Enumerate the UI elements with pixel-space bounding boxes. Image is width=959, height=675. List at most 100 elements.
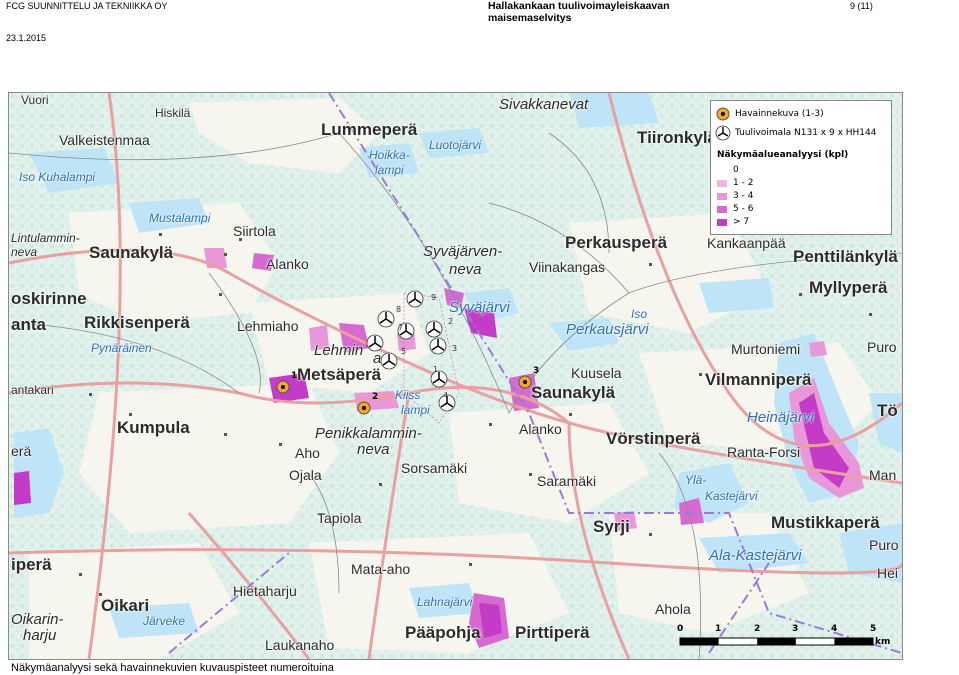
place-label: Ahola xyxy=(655,601,691,617)
place-label: oskirinne xyxy=(11,289,87,308)
place-label: Syrji xyxy=(593,517,630,536)
legend-class-label: 3 - 4 xyxy=(733,191,754,201)
place-label: Hei xyxy=(877,565,899,581)
legend-class-swatch xyxy=(717,219,727,226)
scale-tick-1: 1 xyxy=(715,624,722,634)
place-label: Ylä- xyxy=(685,473,707,487)
place-label: Heinäjärvi xyxy=(747,409,814,426)
turbine-number: 1 xyxy=(433,365,439,374)
place-label: Puro xyxy=(869,537,899,553)
turbine-number: 4 xyxy=(443,391,449,400)
place-label: Tö xyxy=(877,401,898,420)
wind-turbine-icon xyxy=(715,125,731,141)
viewpoint-marker-icon[interactable] xyxy=(275,379,291,395)
place-label: Man xyxy=(869,467,897,483)
wind-turbine-icon xyxy=(380,352,398,370)
place-label: Hiskilä xyxy=(155,106,191,120)
legend-class-label: 0 xyxy=(733,165,739,175)
place-label: neva xyxy=(449,261,482,278)
place-label: Saramäki xyxy=(537,473,597,489)
wind-turbine-icon xyxy=(366,334,384,352)
place-label: Mata-aho xyxy=(351,561,411,577)
company-name: FCG SUUNNITTELU JA TEKNIIKKA OY xyxy=(6,1,168,11)
scale-tick-5: 5 xyxy=(870,624,877,634)
place-label: Iso Kuhalampi xyxy=(19,170,96,184)
place-label: Pirttiperä xyxy=(515,623,590,642)
turbine-number: 8 xyxy=(396,305,402,314)
place-label: Sivakkanevat xyxy=(499,96,589,113)
place-label: Hoikka- xyxy=(369,148,410,162)
place-label: Kastejärvi xyxy=(705,489,758,503)
place-label: Saunakylä xyxy=(89,243,174,262)
legend-class-swatch xyxy=(717,193,727,200)
place-label: Laukanaho xyxy=(265,637,335,653)
place-label: Pynäräinen xyxy=(91,341,152,355)
place-label: antakari xyxy=(11,383,54,397)
place-label: erä xyxy=(11,443,32,459)
place-label: Kuusela xyxy=(571,365,622,381)
scale-bar-graphic xyxy=(679,637,874,646)
place-label: Perkausperä xyxy=(565,233,668,252)
place-label: Sorsamäki xyxy=(401,460,468,476)
place-label: Vuori xyxy=(21,93,49,107)
viewpoint-marker-icon[interactable] xyxy=(517,374,533,390)
place-label: Alanko xyxy=(266,256,309,272)
place-label: Saunakylä xyxy=(531,383,616,402)
document-title: Hallakankaan tuulivoimayleiskaavan maise… xyxy=(488,0,670,24)
place-label: Järveke xyxy=(143,614,186,628)
place-label: Kumpula xyxy=(117,418,190,437)
wind-turbine-icon xyxy=(425,320,443,338)
place-label: Murtoniemi xyxy=(731,341,801,357)
document-date: 23.1.2015 xyxy=(6,33,47,43)
scale-tick-0: 0 xyxy=(677,624,684,634)
scale-bar: 0 1 2 3 4 5 km xyxy=(672,624,892,650)
place-label: Viinakangas xyxy=(529,259,606,275)
place-label: neva xyxy=(357,441,390,458)
legend-analysis-title: Näkymäalueanalyysi (kpl) xyxy=(717,150,849,160)
document-title-line2: maisemaselvitys xyxy=(488,12,572,24)
wind-turbine-icon xyxy=(406,290,424,308)
legend-class-label: > 7 xyxy=(733,217,750,227)
place-label: Metsäperä xyxy=(297,365,382,384)
legend-class-swatch xyxy=(717,167,727,174)
document-title-line1: Hallakankaan tuulivoimayleiskaavan xyxy=(488,0,670,12)
place-label: harju xyxy=(23,627,57,644)
page-number: 9 (11) xyxy=(850,1,873,11)
figure-caption: Näkymäanalyysi sekä havainnekuvien kuvau… xyxy=(11,662,334,674)
place-label: Tiironkylä xyxy=(637,128,717,147)
map-legend: Havainnekuva (1-3) Tuulivoimala N131 x 9… xyxy=(710,100,892,235)
viewpoint-marker-icon xyxy=(716,107,730,121)
place-label: Penttilänkylä xyxy=(793,247,898,266)
place-label: Ala-Kastejärvi xyxy=(709,547,802,564)
turbine-number: 2 xyxy=(448,317,454,326)
legend-class-swatch xyxy=(717,180,727,187)
scale-tick-4: 4 xyxy=(831,624,838,634)
place-label: Oikari xyxy=(101,596,150,615)
place-label: Alanko xyxy=(519,421,562,437)
wind-turbine-icon xyxy=(377,310,395,328)
place-label: Aho xyxy=(295,445,320,461)
place-label: Lehmiaho xyxy=(237,318,299,334)
place-label: neva xyxy=(11,245,38,259)
legend-turbine-label: Tuulivoimala N131 x 9 x HH144 xyxy=(735,128,877,138)
place-label: Siirtola xyxy=(233,223,276,239)
viewpoint-number: 3 xyxy=(533,366,540,376)
place-label: iperä xyxy=(11,555,52,574)
place-label: Ranta-Forsi xyxy=(727,444,801,460)
scale-tick-3: 3 xyxy=(792,624,799,634)
place-label: lampi xyxy=(401,403,430,417)
place-label: Kankaanpää xyxy=(707,235,786,251)
turbine-number: 5 xyxy=(401,347,407,356)
place-label: Mustalampi xyxy=(149,211,211,225)
place-label: Ojala xyxy=(289,467,322,483)
place-label: Myllyperä xyxy=(809,278,888,297)
viewpoint-number: 2 xyxy=(372,392,379,402)
place-label: Penikkalammin- xyxy=(315,425,422,442)
place-label: Rikkisenperä xyxy=(84,313,190,332)
place-label: lampi xyxy=(375,163,404,177)
scale-tick-2: 2 xyxy=(754,624,761,634)
place-label: Luotojärvi xyxy=(429,138,482,152)
place-label: Puro xyxy=(867,339,897,355)
viewpoint-marker-icon[interactable] xyxy=(356,400,372,416)
place-label: Perkausjärvi xyxy=(566,321,649,338)
